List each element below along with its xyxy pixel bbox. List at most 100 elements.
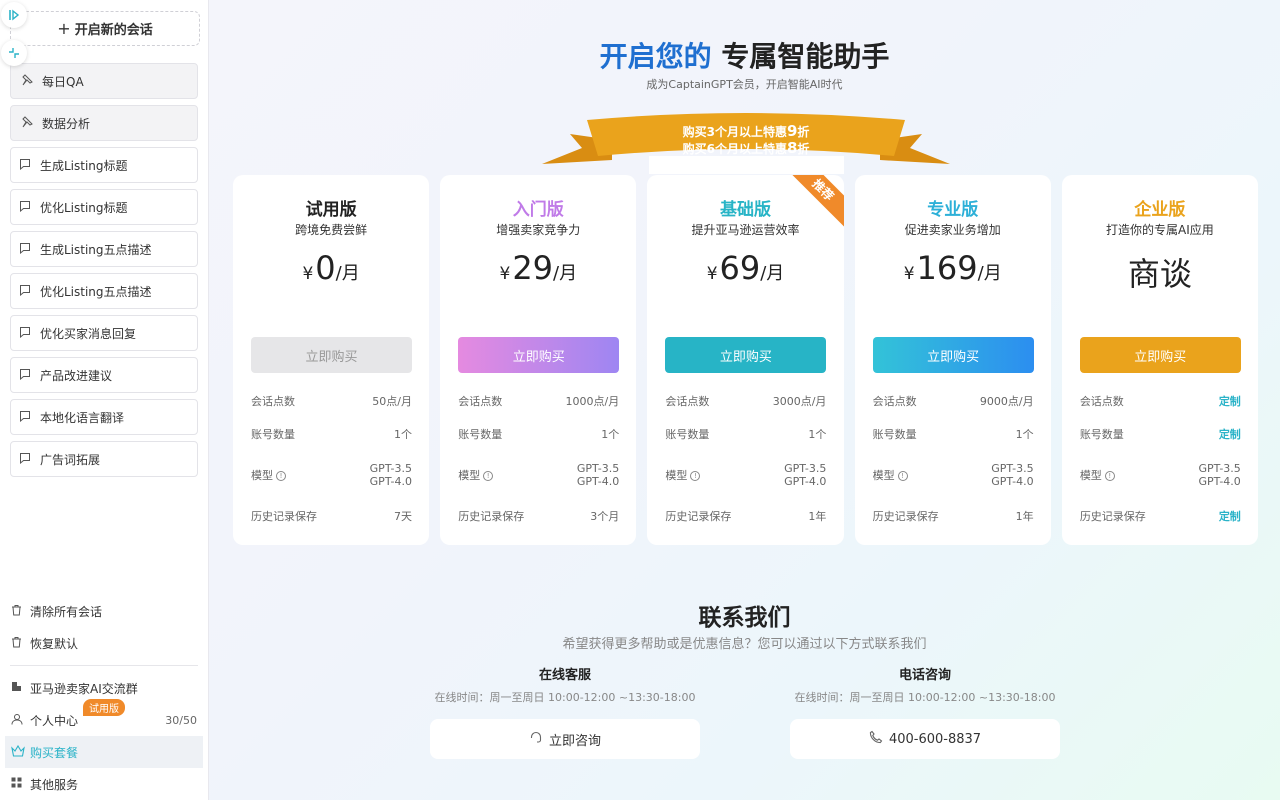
chat-item-label: 优化Listing标题 (40, 200, 128, 215)
plan-features: 会话点数 50点/月 账号数量 1个 模型! GPT-3.5 GPT-4.0 历史记录保… (251, 387, 412, 536)
currency-symbol: ¥ (706, 264, 718, 284)
feature-row: 会话点数 9000点/月 (873, 387, 1034, 414)
plan-name: 企业版 (1134, 200, 1186, 220)
shrink-icon[interactable] (1, 40, 27, 66)
model-2: GPT-4.0 (369, 475, 412, 488)
feature-row: 账号数量 1个 (251, 414, 412, 454)
buy-button[interactable]: 立即购买 (458, 337, 620, 373)
price-unit: /月 (553, 263, 578, 284)
feature-row: 历史记录保存 1年 (665, 496, 826, 536)
model-1: GPT-3.5 (1198, 462, 1241, 475)
promo-line1-num: 9 (786, 122, 798, 140)
model-1: GPT-3.5 (991, 462, 1034, 475)
feature-value: 1年 (1015, 510, 1034, 523)
feature-value: 定制 (1218, 394, 1241, 408)
chat-item[interactable]: 广告词拓展 (10, 441, 198, 477)
promo-line1-pre: 购买3个月以上特惠 (682, 125, 787, 139)
chat-bubble-icon (19, 326, 33, 341)
feature-label: 会话点数 (872, 394, 917, 408)
feature-row: 账号数量 定制 (1080, 414, 1241, 454)
contact-title: 联系我们 (698, 605, 791, 631)
chat-item[interactable]: 本地化语言翻译 (10, 399, 198, 435)
page-subtitle: 成为CaptainGPT会员，开启智能AI时代 (646, 78, 843, 91)
buy-button[interactable]: 立即购买 (251, 337, 412, 373)
feature-value: GPT-3.5 GPT-4.0 (784, 462, 826, 488)
model-2: GPT-4.0 (784, 475, 827, 488)
chat-item-label: 优化Listing五点描述 (40, 284, 152, 299)
info-icon[interactable]: ! (897, 471, 908, 481)
chat-item[interactable]: 优化Listing标题 (10, 189, 198, 225)
chat-bubble-icon (19, 452, 33, 467)
profile-label: 个人中心 (30, 713, 79, 728)
buy-button[interactable]: 立即购买 (872, 337, 1034, 373)
chat-item-daily-qa[interactable]: 每日QA (10, 63, 198, 99)
currency-symbol: ¥ (302, 264, 314, 284)
chat-item[interactable]: 优化Listing五点描述 (10, 273, 198, 309)
headset-icon (529, 730, 543, 748)
other-services-link[interactable]: 其他服务 (10, 768, 204, 800)
buy-button[interactable]: 立即购买 (1079, 337, 1241, 373)
crown-icon (11, 744, 25, 760)
collapse-sidebar-icon[interactable] (1, 2, 27, 28)
phone-service-hours: 在线时间：周一至周日 10:00-12:00 ~13:30-18:00 (794, 691, 1056, 704)
info-icon[interactable]: ! (690, 471, 701, 481)
promo-ribbon: 购买3个月以上特惠9折 购买6个月以上特惠8折 (542, 112, 950, 174)
chat-item-label: 优化买家消息回复 (40, 326, 137, 341)
feature-row: 历史记录保存 定制 (1080, 496, 1241, 536)
chat-item[interactable]: 优化买家消息回复 (10, 315, 198, 351)
buy-plan-link[interactable]: 购买套餐 (5, 736, 203, 768)
profile-link[interactable]: 个人中心 试用版 30/50 (10, 699, 204, 736)
price-value: 29 (512, 249, 554, 287)
info-icon[interactable]: ! (483, 471, 494, 481)
feature-value: 1个 (1015, 428, 1034, 441)
feature-row: 会话点数 3000点/月 (665, 387, 826, 414)
feature-value: GPT-3.5 GPT-4.0 (991, 462, 1033, 488)
feature-label: 会话点数 (665, 394, 710, 408)
chat-bubble-icon (19, 368, 33, 383)
feature-value: 1000点/月 (565, 394, 620, 408)
plan-card-starter: 入门版 增强卖家竞争力 ¥29/月 立即购买 会话点数 1000点/月 账号数量 1… (440, 175, 637, 545)
trash-icon (11, 604, 25, 619)
chat-item-label: 本地化语言翻译 (40, 410, 125, 425)
feature-label: 账号数量 (872, 428, 917, 441)
chat-item[interactable]: 生成Listing标题 (10, 147, 198, 183)
chat-item[interactable]: 生成Listing五点描述 (10, 231, 198, 267)
group-icon (11, 681, 25, 695)
chat-item[interactable]: 产品改进建议 (10, 357, 198, 393)
currency-symbol: ¥ (499, 264, 511, 284)
chat-item-label: 生成Listing五点描述 (40, 242, 152, 257)
promo-text: 购买3个月以上特惠9折 购买6个月以上特惠8折 (542, 123, 950, 157)
phone-number-button[interactable]: 400-600-8837 (790, 719, 1060, 759)
pin-icon (21, 73, 35, 89)
feature-value: 定制 (1218, 510, 1241, 523)
consult-now-button[interactable]: 立即咨询 (430, 719, 700, 759)
clear-all-button[interactable]: 清除所有会话 (10, 595, 204, 627)
buy-button[interactable]: 立即购买 (665, 337, 827, 373)
plan-price: ¥0/月 (233, 249, 429, 287)
feature-row: 会话点数 50点/月 (251, 387, 412, 414)
consult-now-label: 立即咨询 (548, 733, 601, 749)
plan-name: 专业版 (927, 200, 979, 220)
grid-icon (11, 777, 25, 791)
new-chat-button[interactable]: + 开启新的会话 (10, 11, 200, 46)
feature-row: 会话点数 定制 (1080, 387, 1241, 414)
plan-price: 商谈 (1127, 255, 1192, 293)
restore-default-button[interactable]: 恢复默认 (10, 627, 204, 659)
sidebar: + 开启新的会话 每日QA 数据分析 生成Listing标题 优化Listing… (0, 0, 209, 800)
model-1: GPT-3.5 (576, 462, 620, 475)
info-icon[interactable]: ! (1104, 471, 1115, 481)
info-icon[interactable]: ! (276, 471, 286, 481)
contact-subtitle: 希望获得更多帮助或是优惠信息？您可以通过以下方式联系我们 (562, 637, 927, 652)
price-value: 69 (719, 249, 761, 287)
chat-item-data-analysis[interactable]: 数据分析 (10, 105, 198, 141)
feature-label: 模型 (251, 469, 273, 482)
feature-row: 会话点数 1000点/月 (458, 387, 619, 414)
price-value: 0 (315, 249, 336, 287)
phone-icon (869, 730, 883, 748)
feature-value: 1年 (808, 510, 827, 523)
promo-line1-post: 折 (797, 125, 810, 139)
feature-value: 1个 (601, 428, 620, 441)
new-chat-label: 开启新的会话 (74, 23, 153, 38)
chat-item-label: 每日QA (42, 74, 84, 89)
online-service-title: 在线客服 (538, 668, 591, 683)
